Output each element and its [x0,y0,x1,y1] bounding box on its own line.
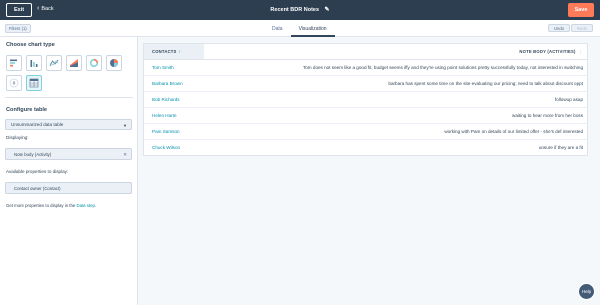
displayed-property-pill[interactable]: Note body (Activity) ✕ [5,148,132,160]
top-bar: Exit ‹ Back Recent BDR Notes ✎ Save [0,0,600,20]
vertical-bar-chart-icon [30,60,38,67]
caret-down-icon: ▼ [123,123,127,128]
horizontal-bar-chart-button[interactable] [6,55,22,71]
table-type-value: Unsummarized data table [11,122,64,127]
contact-link[interactable]: Helen Harte [152,113,177,118]
save-button[interactable]: Save [568,3,594,17]
table-chart-button[interactable] [26,75,42,91]
main-content: CONTACTS ↑ NOTE BODY (ACTIVITIES) ⋮ Tom … [139,37,600,305]
area-chart-icon [70,59,78,67]
line-chart-button[interactable] [46,55,62,71]
available-property-label: Contact owner (Contact) [14,185,61,191]
configure-table-title: Configure table [6,107,48,113]
sort-up-icon: ↑ [178,49,182,54]
donut-chart-icon [89,58,99,68]
table-row: Pam Samson working with Pam on details o… [144,124,587,140]
table-row: Barbara Brown barbara has spent some tim… [144,76,587,92]
available-properties-label: Available properties to display: [6,169,69,174]
available-property-pill[interactable]: Contact owner (Contact) [5,182,132,194]
table-chart-icon [29,78,39,88]
summary-number-icon: # [9,78,19,88]
data-table: CONTACTS ↑ NOTE BODY (ACTIVITIES) ⋮ Tom … [143,43,588,156]
note-body-cell: followup asap [554,97,583,102]
table-row: Chuck Wilson unsure if they are a fit [144,140,587,156]
get-more-suffix: . [94,203,97,208]
remove-icon[interactable]: ✕ [123,152,127,158]
get-more-prefix: Get more properties to display in the [6,203,77,208]
note-body-cell: Tom does not seem like a good fit, budge… [302,65,583,70]
table-row: Tom Smith Tom does not seem like a good … [144,60,587,76]
divider [5,97,133,98]
table-header: CONTACTS ↑ NOTE BODY (ACTIVITIES) ⋮ [144,44,587,60]
table-row: Bob Richards followup asap [144,92,587,108]
contact-link[interactable]: Tom Smith [152,65,174,70]
column-header-note-body[interactable]: NOTE BODY (ACTIVITIES) ⋮ [519,44,583,59]
data-step-link[interactable]: Data step [76,203,94,208]
help-button[interactable]: Help [578,283,595,300]
summary-number-button[interactable]: # [6,75,22,91]
step-tabs: Data Visualization [264,20,335,37]
table-row: Helen Harte waiting to hear more from he… [144,108,587,124]
chart-type-title: Choose chart type [6,42,55,48]
svg-text:#: # [13,81,16,87]
get-more-text: Get more properties to display in the Da… [6,203,96,208]
column-header-contacts-label: CONTACTS [152,49,177,54]
column-header-contacts[interactable]: CONTACTS ↑ [144,44,204,59]
column-header-note-label: NOTE BODY (ACTIVITIES) [519,49,576,54]
contact-link[interactable]: Chuck Wilson [152,145,180,150]
pie-chart-icon [110,59,118,67]
contact-link[interactable]: Bob Richards [152,97,180,102]
tab-visualization[interactable]: Visualization [290,20,335,37]
vertical-bar-chart-button[interactable] [26,55,42,71]
displayed-property-label: Note body (Activity) [14,151,52,157]
undo-button[interactable]: Undo [548,24,571,32]
displaying-label: Displaying: [6,135,29,140]
tab-data[interactable]: Data [264,20,291,37]
resize-handle-icon[interactable]: ⋮ [579,49,583,54]
horizontal-bar-chart-icon [10,59,17,67]
pencil-icon[interactable]: ✎ [325,6,330,13]
pie-chart-button[interactable] [106,55,122,71]
note-body-cell: unsure if they are a fit [538,145,583,150]
report-title[interactable]: Recent BDR Notes ✎ [0,6,600,13]
redo-button[interactable]: Redo [571,24,594,32]
area-chart-button[interactable] [66,55,82,71]
report-title-text: Recent BDR Notes [270,7,320,13]
sub-bar: Filters (1) Data Visualization Undo Redo [0,20,600,37]
table-type-select[interactable]: Unsummarized data table ▼ [5,119,132,130]
note-body-cell: waiting to hear more from her boss [512,113,583,118]
filters-button[interactable]: Filters (1) [5,24,31,33]
donut-chart-button[interactable] [86,55,102,71]
note-body-cell: working with Pam on details of our limit… [444,129,583,134]
line-chart-icon [49,59,59,67]
config-panel: Choose chart type # Configure table Unsu… [0,37,138,305]
contact-link[interactable]: Pam Samson [152,129,180,134]
note-body-cell: barbara has spent some time on the site … [388,81,583,86]
contact-link[interactable]: Barbara Brown [152,81,183,86]
